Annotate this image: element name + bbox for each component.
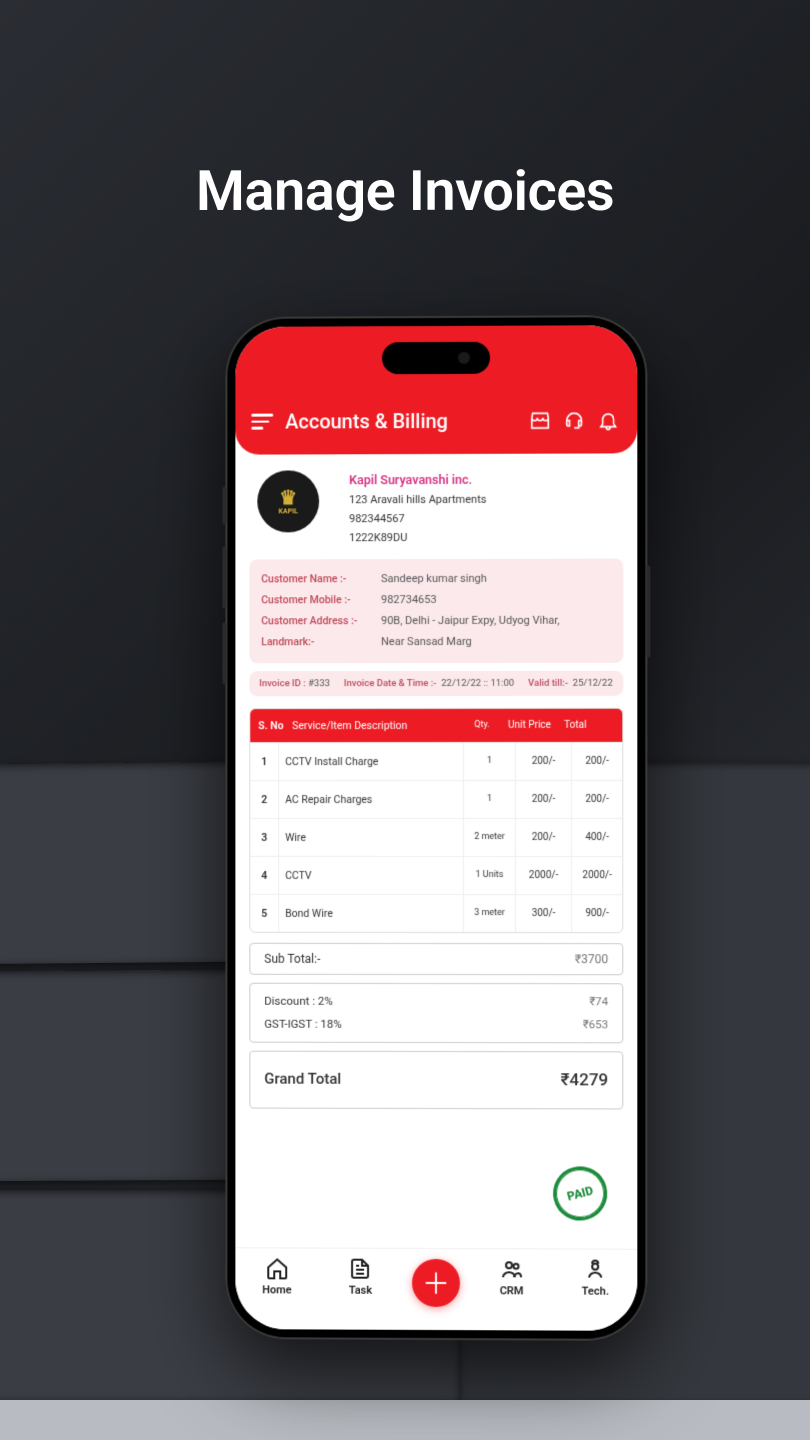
- table-row: 3Wire2 meter200/-400/-: [250, 818, 622, 856]
- subtotal-value: ₹3700: [575, 952, 608, 966]
- company-name: Kapil Suryavanshi inc.: [349, 470, 486, 492]
- nav-crm[interactable]: CRM: [480, 1257, 544, 1297]
- customer-box: Customer Name :- Sandeep kumar singh Cus…: [249, 559, 623, 663]
- crm-icon: [500, 1257, 524, 1281]
- invoice-content: ♛ KAPIL Kapil Suryavanshi inc. 123 Arava…: [235, 453, 637, 1109]
- gst-value: ₹653: [583, 1013, 608, 1036]
- customer-name: Sandeep kumar singh: [381, 569, 611, 590]
- table-row: 4CCTV1 Units2000/-2000/-: [250, 856, 622, 894]
- nav-home[interactable]: Home: [245, 1256, 309, 1296]
- company-logo: ♛ KAPIL: [257, 470, 319, 532]
- customer-mobile-label: Customer Mobile :-: [261, 590, 381, 611]
- company-mobile: 982344567: [349, 510, 486, 529]
- grand-total-value: ₹4279: [561, 1070, 609, 1090]
- invoice-table: S. No Service/Item Description Qty. Unit…: [249, 708, 623, 933]
- task-icon: [348, 1257, 372, 1281]
- add-button[interactable]: ＋: [412, 1259, 460, 1307]
- nav-tech[interactable]: Tech.: [563, 1257, 627, 1297]
- invoice-date: 22/12/22 :: 11:00: [441, 678, 514, 689]
- subtotal-label: Sub Total:-: [264, 952, 320, 966]
- invoice-id: #333: [308, 678, 330, 689]
- table-row: 2AC Repair Charges1200/-200/-: [250, 780, 622, 818]
- bottom-nav: Home Task ＋ CRM Tech.: [235, 1247, 637, 1331]
- discount-gst-box: Discount : 2% ₹74 GST-IGST : 18% ₹653: [249, 983, 623, 1044]
- page-title: Accounts & Billing: [285, 409, 517, 434]
- invoice-meta: Invoice ID : #333 Invoice Date & Time :-…: [249, 671, 623, 696]
- landmark-label: Landmark:-: [261, 632, 381, 653]
- table-row: 1CCTV Install Charge1200/-200/-: [250, 742, 622, 780]
- subtotal-box: Sub Total:- ₹3700: [249, 943, 623, 975]
- gst-label: GST-IGST : 18%: [264, 1013, 341, 1036]
- dynamic-island: [382, 342, 490, 374]
- table-row: 5Bond Wire3 meter300/-900/-: [250, 894, 622, 932]
- phone-frame: Accounts & Billing ♛ KAPIL Kapil Suryava…: [225, 315, 647, 1341]
- bell-icon[interactable]: [597, 409, 619, 431]
- grand-total-label: Grand Total: [264, 1070, 341, 1090]
- valid-till: 25/12/22: [573, 678, 613, 689]
- promo-heading: Manage Invoices: [0, 158, 810, 224]
- company-code: 1222K89DU: [349, 528, 486, 547]
- support-icon[interactable]: [563, 409, 585, 431]
- table-header: S. No Service/Item Description Qty. Unit…: [250, 709, 622, 742]
- company-info: Kapil Suryavanshi inc. 123 Aravali hills…: [349, 470, 486, 548]
- phone-screen: Accounts & Billing ♛ KAPIL Kapil Suryava…: [235, 325, 637, 1331]
- customer-mobile: 982734653: [381, 590, 611, 611]
- company-address: 123 Aravali hills Apartments: [349, 491, 486, 510]
- landmark: Near Sansad Marg: [381, 632, 611, 653]
- plus-icon: ＋: [422, 1263, 450, 1303]
- customer-address-label: Customer Address :-: [261, 611, 381, 632]
- home-icon: [265, 1256, 289, 1280]
- customer-address: 90B, Delhi - Jaipur Expy, Udyog Vihar,: [381, 611, 611, 632]
- nav-task[interactable]: Task: [329, 1257, 393, 1297]
- grand-total-box: Grand Total ₹4279: [249, 1051, 623, 1110]
- discount-label: Discount : 2%: [264, 990, 333, 1013]
- discount-value: ₹74: [589, 990, 608, 1013]
- paid-stamp: PAID: [547, 1160, 613, 1226]
- menu-icon[interactable]: [251, 414, 273, 430]
- store-icon[interactable]: [529, 410, 551, 432]
- customer-name-label: Customer Name :-: [261, 569, 381, 590]
- tech-icon: [583, 1258, 607, 1282]
